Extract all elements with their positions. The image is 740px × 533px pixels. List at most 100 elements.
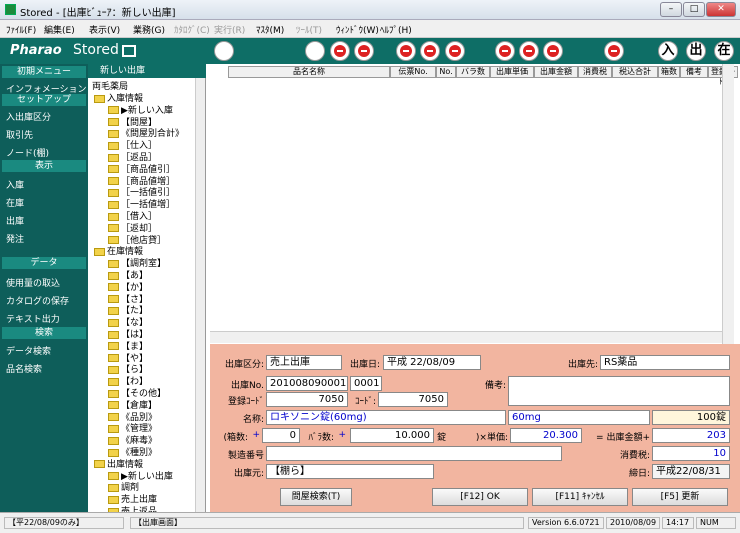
folder-icon xyxy=(108,236,119,245)
receive-button[interactable]: 入 xyxy=(658,41,678,61)
folder-icon xyxy=(108,118,119,127)
regcode-field[interactable]: 7050 xyxy=(266,392,348,407)
folder-icon xyxy=(108,448,119,457)
date-select[interactable]: 平成 22/08/09 xyxy=(383,355,481,370)
grid-column-header[interactable]: 消費税 xyxy=(578,66,612,78)
sidebar-item[interactable]: 使用量の取込 xyxy=(6,276,60,289)
maximize-button[interactable]: □ xyxy=(683,2,705,17)
delete-icon[interactable] xyxy=(445,41,465,61)
sidebar-item[interactable]: 品名検索 xyxy=(6,362,42,375)
sidebar-item[interactable]: 入庫 xyxy=(6,178,24,191)
sidebar-item[interactable]: データ検索 xyxy=(6,344,51,357)
grid-column-header[interactable]: バラ数 xyxy=(456,66,490,78)
folder-icon xyxy=(108,342,119,351)
sidebar-item[interactable]: 出庫 xyxy=(6,214,24,227)
folder-icon xyxy=(108,165,119,174)
bara-field[interactable]: 10.000 xyxy=(350,428,434,443)
grid-column-header[interactable]: 備考 xyxy=(680,66,708,78)
sidebar-section-0: 初期メニュー xyxy=(2,66,86,78)
box-label: (箱数: xyxy=(223,433,248,443)
sidebar-section-1: セットアップ xyxy=(2,94,86,106)
grid-horizontal-scrollbar[interactable] xyxy=(210,331,722,343)
code-field[interactable]: 7050 xyxy=(378,392,448,407)
delete-icon[interactable] xyxy=(354,41,374,61)
tax-label: 消費税: xyxy=(619,451,650,461)
grid-vertical-scrollbar[interactable] xyxy=(722,64,734,344)
folder-icon xyxy=(108,212,119,221)
folder-icon xyxy=(108,129,119,138)
wholesaler-search-button[interactable]: 問屋検索(T) xyxy=(280,488,352,506)
minimize-button[interactable]: – xyxy=(660,2,682,17)
sidebar-item[interactable]: 在庫 xyxy=(6,196,24,209)
remarks-field[interactable] xyxy=(508,376,730,406)
delete-icon[interactable] xyxy=(543,41,563,61)
folder-icon xyxy=(108,318,119,327)
menu-item[interactable]: ｳｨﾝﾄﾞｳ(W) xyxy=(336,23,379,36)
update-button[interactable]: [F5] 更新 xyxy=(632,488,728,506)
ship-button[interactable]: 出 xyxy=(686,41,706,61)
spec-field[interactable]: 60mg xyxy=(508,410,650,425)
delete-icon[interactable] xyxy=(330,41,350,61)
bara-label: ﾊﾞﾗ数: xyxy=(308,433,334,443)
delete-icon[interactable] xyxy=(495,41,515,61)
delete-icon[interactable] xyxy=(604,41,624,61)
grid-column-header[interactable]: 出庫単価 xyxy=(490,66,534,78)
menu-item[interactable]: ﾏｽﾀ(M) xyxy=(256,23,284,36)
sidebar-item[interactable]: ノード(棚) xyxy=(6,146,49,159)
cancel-button[interactable]: [F11] ｷｬﾝｾﾙ xyxy=(532,488,628,506)
folder-icon xyxy=(108,153,119,162)
grid-column-header[interactable]: 品名名称 xyxy=(228,66,390,78)
sidebar-section-2: 表示 xyxy=(2,160,86,172)
delete-icon[interactable] xyxy=(420,41,440,61)
menu-item[interactable]: ﾍﾙﾌﾟ(H) xyxy=(380,23,412,36)
kubun-select[interactable]: 売上出庫 xyxy=(266,355,342,370)
delete-icon[interactable] xyxy=(519,41,539,61)
menu-item[interactable]: 実行(R) xyxy=(214,23,245,36)
plus-icon: + xyxy=(252,430,260,440)
sidebar-item[interactable]: 入出庫区分 xyxy=(6,110,51,123)
ok-button[interactable]: [F12] OK xyxy=(432,488,528,506)
grid-column-header[interactable]: 出庫金額 xyxy=(534,66,578,78)
no-field[interactable]: 201008090001 xyxy=(266,376,348,391)
sidebar-item[interactable]: テキスト出力 xyxy=(6,312,60,325)
stock-button[interactable]: 在 xyxy=(714,41,734,61)
no-sub-field[interactable]: 0001 xyxy=(350,376,382,391)
menu-item[interactable]: 表示(V) xyxy=(89,23,120,36)
status-filter: 【平22/08/09のみ】 xyxy=(4,517,124,529)
menu-item[interactable]: 業務(G) xyxy=(133,23,165,36)
price-field[interactable]: 20.300 xyxy=(510,428,582,443)
delete-icon[interactable] xyxy=(396,41,416,61)
menu-item[interactable]: ﾌｧｲﾙ(F) xyxy=(6,23,36,36)
tree-scrollbar[interactable] xyxy=(195,78,205,512)
grid-column-header[interactable]: No. xyxy=(436,66,456,78)
origin-select[interactable]: 【棚ら】 xyxy=(266,464,434,479)
folder-icon xyxy=(94,94,105,103)
dest-select[interactable]: RS薬品 xyxy=(600,355,730,370)
plus-icon: + xyxy=(338,430,346,440)
price-label: )×単価: xyxy=(475,433,508,443)
menu-item[interactable]: ﾂｰﾙ(T) xyxy=(296,23,322,36)
close-button[interactable]: ✕ xyxy=(706,2,736,17)
code-label: ｺｰﾄﾞ: xyxy=(354,397,376,407)
amount-field[interactable]: 203 xyxy=(652,428,730,443)
box-field[interactable]: 0 xyxy=(262,428,300,443)
menu-item[interactable]: ｶﾀﾛｸﾞ(C) xyxy=(174,23,210,36)
grid-column-header[interactable]: 伝票No. xyxy=(390,66,436,78)
tax-field[interactable]: 10 xyxy=(652,446,730,461)
menu-item[interactable]: 編集(E) xyxy=(44,23,75,36)
status-version: Version 6.6.0721 xyxy=(528,517,604,529)
grid-column-header[interactable]: 税込合計 xyxy=(612,66,658,78)
folder-icon xyxy=(108,283,119,292)
folder-icon xyxy=(94,247,105,256)
new-document-icon[interactable] xyxy=(305,41,325,61)
lot-field[interactable] xyxy=(266,446,562,461)
sidebar-item[interactable]: 発注 xyxy=(6,232,24,245)
folder-icon xyxy=(108,224,119,233)
name-field[interactable]: ロキソニン錠(60mg) xyxy=(266,410,506,425)
folder-icon xyxy=(108,306,119,315)
sidebar-item[interactable]: カタログの保存 xyxy=(6,294,69,307)
sidebar-item[interactable]: 取引先 xyxy=(6,128,33,141)
exit-icon[interactable] xyxy=(214,41,234,61)
grid-column-header[interactable]: 箱数 xyxy=(658,66,680,78)
tree-header: 新しい出庫 xyxy=(88,64,206,78)
